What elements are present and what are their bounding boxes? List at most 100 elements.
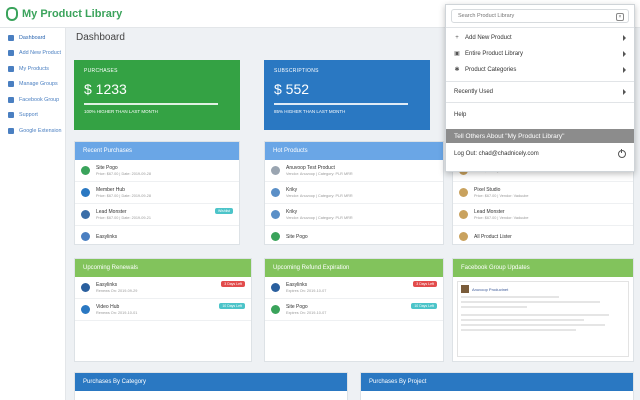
sidebar-item-my-products[interactable]: My Products [0, 61, 65, 77]
list-item[interactable]: Kriky Vendor: Anuvoop | Category: PLR MRR [265, 182, 443, 204]
hot-products-title: Hot Products [265, 142, 443, 160]
list-item[interactable]: Easylinks [75, 226, 239, 244]
list-item[interactable]: Lead Monster Price: $67.00 | Vendor: Vadu… [453, 204, 633, 226]
plus-icon [8, 50, 14, 57]
subscriptions-value: $ 552 [274, 81, 310, 97]
subscriptions-sub: 85% HIGHER THAN LAST MONTH [274, 108, 346, 114]
products-icon [8, 65, 14, 72]
menu-item-entire-product-library[interactable]: ▣ Entire Product Library [446, 46, 634, 62]
list-item[interactable]: Video Hub Renews On: 2019-10-01 10 Days Le… [75, 299, 251, 321]
chevron-right-icon [623, 89, 626, 95]
extension-dropdown: × +Add New Product ▣Entire Product Libra… [445, 4, 635, 172]
menu-item-recently-used[interactable]: Recently Used [446, 84, 634, 100]
days-left-badge: 3 Days Left [221, 281, 245, 287]
list-item[interactable]: Site Pogo Expires On: 2019-10-07 10 Days L… [265, 299, 443, 321]
app-logo[interactable]: My Product Library [6, 7, 122, 21]
purchases-by-project-title: Purchases By Project [361, 373, 633, 391]
post-comment-line [461, 314, 609, 316]
status-badge: Wishlist [214, 208, 233, 214]
product-icon [271, 166, 280, 175]
post-author: Anuvoop Productnet [472, 286, 509, 292]
purchases-sub: 100% HIGHER THAN LAST MONTH [84, 108, 158, 114]
power-icon[interactable] [618, 148, 626, 158]
subscriptions-progress [274, 103, 409, 105]
subscriptions-stat-card: SUBSCRIPTIONS $ 552 85% HIGHER THAN LAST… [264, 60, 430, 130]
menu-item-tell-others[interactable]: Tell Others About "My Product Library" [446, 129, 634, 143]
purchases-by-project-panel: Purchases By Project [360, 372, 634, 400]
list-item[interactable]: Member Hub Price: $67.00 | Date: 2019-09-… [75, 182, 239, 204]
post-text-line [461, 301, 601, 303]
menu-item-add-new-product[interactable]: + Add New Product [446, 30, 634, 46]
plus-circle-icon [81, 188, 90, 197]
support-icon [8, 112, 14, 119]
list-item[interactable]: Site Pogo Price: $67.00 | Date: 2019-09-2… [75, 160, 239, 182]
product-icon [459, 188, 468, 197]
groups-icon [8, 81, 14, 88]
product-icon [81, 232, 90, 241]
product-icon [271, 210, 280, 219]
purchases-by-category-title: Purchases By Category [75, 373, 347, 391]
gear-icon: ✱ [454, 67, 460, 73]
product-icon [271, 232, 280, 241]
facebook-updates-panel: Facebook Group Updates Anuvoop Productne… [452, 258, 634, 362]
post-comment-line [461, 329, 576, 331]
facebook-post[interactable]: Anuvoop Productnet [457, 281, 629, 357]
sidebar-item-add-new-product[interactable]: Add New Product [0, 46, 65, 62]
product-icon [81, 283, 90, 292]
post-comment-line [461, 324, 606, 326]
menu-item-product-categories[interactable]: ✱ Product Categories [446, 62, 634, 78]
refund-expiration-panel: Upcoming Refund Expiration Easylinks Expi… [264, 258, 444, 362]
post-text-line [461, 306, 527, 308]
list-item[interactable]: All Product Lister [453, 226, 633, 244]
post-text-line [461, 296, 560, 298]
product-icon [81, 210, 90, 219]
list-item[interactable]: Easylinks Renews On: 2019-09-29 3 Days Lef… [75, 277, 251, 299]
product-icon [271, 188, 280, 197]
menu-item-help[interactable]: Help [446, 107, 634, 123]
sidebar-item-facebook-group[interactable]: Facebook Group [0, 92, 65, 108]
purchases-value: $ 1233 [84, 81, 127, 97]
sidebar-item-google-extension[interactable]: Google Extension [0, 123, 65, 139]
product-icon [459, 210, 468, 219]
sidebar-item-dashboard[interactable]: Dashboard [0, 30, 65, 46]
sidebar-item-manage-groups[interactable]: Manage Groups [0, 77, 65, 93]
purchases-label: PURCHASES [84, 68, 118, 74]
avatar [461, 285, 469, 293]
purchases-progress [84, 103, 219, 105]
plus-icon: + [455, 35, 459, 41]
dashboard-icon [8, 34, 14, 41]
days-left-badge: 10 Days Left [219, 303, 245, 309]
list-item[interactable]: Anuvoop Test Product Vendor: Anuvoop | Ca… [265, 160, 443, 182]
product-icon [271, 283, 280, 292]
close-icon[interactable]: × [616, 13, 624, 21]
upcoming-renewals-panel: Upcoming Renewals Easylinks Renews On: 20… [74, 258, 252, 362]
product-icon [81, 305, 90, 314]
app-title: My Product Library [22, 8, 123, 20]
chevron-right-icon [623, 51, 626, 57]
product-icon [271, 305, 280, 314]
search-box: × [451, 9, 629, 23]
days-left-badge: 3 Days Left [413, 281, 437, 287]
purchases-stat-card: PURCHASES $ 1233 100% HIGHER THAN LAST M… [74, 60, 240, 130]
logo-icon [6, 7, 18, 21]
list-item[interactable]: Site Pogo [265, 226, 443, 244]
refund-expiration-title: Upcoming Refund Expiration [265, 259, 443, 277]
list-item[interactable]: Kriky Vendor: Anuvoop | Category: PLR MRR [265, 204, 443, 226]
search-input[interactable] [458, 13, 608, 19]
subscriptions-label: SUBSCRIPTIONS [274, 68, 319, 74]
recent-purchases-title: Recent Purchases [75, 142, 239, 160]
facebook-icon [8, 96, 14, 103]
purchases-by-category-panel: Purchases By Category [74, 372, 348, 400]
list-item[interactable]: Easylinks Expires On: 2019-10-07 3 Days Le… [265, 277, 443, 299]
list-item[interactable]: Pixel Studio Price: $67.00 | Vendor: Vadu… [453, 182, 633, 204]
menu-item-logout[interactable]: Log Out: chad@chadnicely.com [446, 146, 634, 162]
lock-icon: ▣ [454, 51, 460, 57]
extension-icon [8, 127, 14, 134]
facebook-updates-title: Facebook Group Updates [453, 259, 633, 277]
chevron-right-icon [623, 35, 626, 41]
product-icon [81, 166, 90, 175]
list-item[interactable]: Lead Monster Price: $67.00 | Date: 2019-0… [75, 204, 239, 226]
page-title: Dashboard [76, 32, 125, 43]
sidebar-item-support[interactable]: Support [0, 108, 65, 124]
days-left-badge: 10 Days Left [411, 303, 437, 309]
